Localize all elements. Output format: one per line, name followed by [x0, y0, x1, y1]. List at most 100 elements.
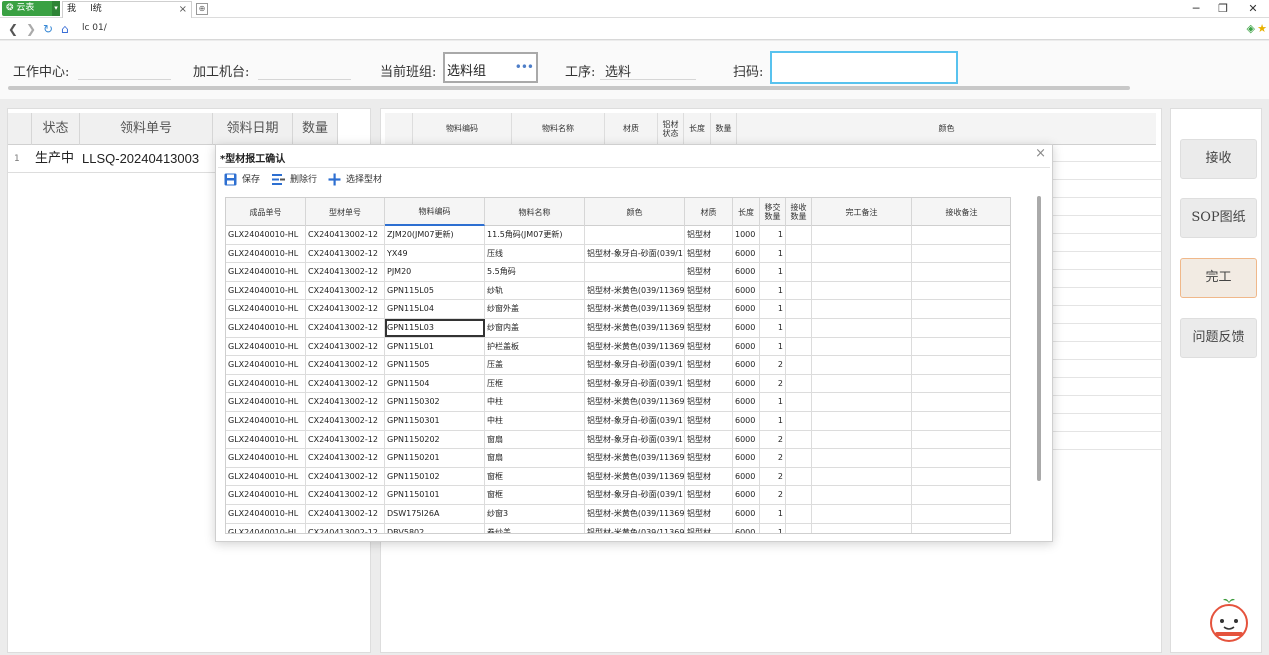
transfer-qty-cell[interactable]: 2 [760, 430, 786, 449]
col-header-material-name[interactable]: 物料名称 [512, 113, 605, 145]
receive-note-cell[interactable] [912, 300, 1010, 318]
table-row[interactable]: GLX24040010-HL CX240413002-12 DBV5802 卷纱… [226, 523, 1010, 533]
complete-note-cell[interactable] [812, 356, 912, 375]
material-code-cell[interactable]: GPN1150201 [385, 449, 485, 468]
product-no-cell[interactable]: GLX24040010-HL [226, 244, 306, 263]
material-code-cell[interactable]: ZJM20(JM07更新) [385, 226, 485, 244]
color-cell[interactable]: 铝型材-米黄色(039/11369) [585, 337, 685, 356]
receive-note-cell[interactable] [912, 449, 1010, 467]
product-no-cell[interactable]: GLX24040010-HL [226, 374, 306, 393]
receive-qty-cell[interactable] [786, 430, 812, 449]
profile-no-cell[interactable]: CX240413002-12 [306, 319, 385, 337]
forward-icon[interactable]: ❯ [26, 22, 36, 36]
length-cell[interactable]: 6000 [733, 281, 760, 300]
complete-note-cell[interactable] [812, 263, 912, 282]
length-cell[interactable]: 6000 [733, 505, 760, 523]
transfer-qty-cell[interactable]: 1 [760, 244, 786, 263]
more-icon[interactable]: ••• [515, 60, 534, 74]
table-row[interactable]: GLX24040010-HL CX240413002-12 GPN1150302… [226, 393, 1010, 412]
texture-cell[interactable]: 铝型材 [685, 356, 733, 375]
col-header-qty[interactable]: 数量 [293, 113, 338, 145]
length-cell[interactable]: 6000 [733, 319, 760, 337]
material-name-cell[interactable]: 纱窗内盖 [485, 319, 585, 337]
texture-cell[interactable]: 铝型材 [685, 244, 733, 263]
profile-no-cell[interactable]: CX240413002-12 [306, 337, 385, 356]
table-row[interactable]: GLX24040010-HL CX240413002-12 GPN1150202… [226, 430, 1010, 450]
material-code-cell[interactable]: DSW175I26A [385, 505, 485, 523]
receive-qty-cell[interactable] [786, 337, 812, 356]
texture-cell[interactable]: 铝型材 [685, 523, 733, 533]
texture-cell[interactable]: 铝型材 [685, 263, 733, 282]
material-code-cell[interactable]: GPN11505 [385, 356, 485, 375]
table-row[interactable]: GLX24040010-HL CX240413002-12 PJM20 5.5角… [226, 263, 1010, 282]
profile-no-cell[interactable]: CX240413002-12 [306, 244, 385, 263]
restore-button[interactable]: ❐ [1213, 2, 1233, 15]
product-no-cell[interactable]: GLX24040010-HL [226, 356, 306, 375]
product-no-cell[interactable]: GLX24040010-HL [226, 430, 306, 449]
col-header-material-name[interactable]: 物料名称 [485, 198, 585, 226]
profile-no-cell[interactable]: CX240413002-12 [306, 263, 385, 282]
color-cell[interactable]: 铝型材-米黄色(039/11369) [585, 300, 685, 319]
complete-note-cell[interactable] [812, 412, 912, 430]
receive-note-cell[interactable] [912, 319, 1010, 337]
length-cell[interactable]: 6000 [733, 356, 760, 375]
complete-note-cell[interactable] [812, 486, 912, 505]
receive-qty-cell[interactable] [786, 412, 812, 430]
product-no-cell[interactable]: GLX24040010-HL [226, 467, 306, 486]
transfer-qty-cell[interactable]: 2 [760, 374, 786, 393]
machine-field[interactable] [258, 79, 351, 80]
material-name-cell[interactable]: 11.5角码(JM07更新) [485, 226, 585, 244]
receive-qty-cell[interactable] [786, 505, 812, 523]
col-header-req-date[interactable]: 领料日期 [213, 113, 293, 145]
receive-qty-cell[interactable] [786, 393, 812, 412]
complete-note-cell[interactable] [812, 226, 912, 244]
material-code-cell[interactable]: GPN1150101 [385, 486, 485, 505]
table-row[interactable]: GLX24040010-HL CX240413002-12 DSW175I26A… [226, 505, 1010, 524]
col-header-receive-note[interactable]: 接收备注 [912, 198, 1010, 226]
receive-button[interactable]: 接收 [1180, 139, 1257, 179]
col-header-qty[interactable]: 数量 [711, 113, 737, 145]
product-no-cell[interactable]: GLX24040010-HL [226, 337, 306, 356]
transfer-qty-cell[interactable]: 1 [760, 281, 786, 300]
complete-note-cell[interactable] [812, 467, 912, 486]
product-no-cell[interactable]: GLX24040010-HL [226, 393, 306, 412]
scan-input[interactable] [770, 51, 958, 84]
receive-qty-cell[interactable] [786, 244, 812, 263]
col-header-profile-no[interactable]: 型材单号 [306, 198, 385, 226]
material-name-cell[interactable]: 纱轨 [485, 281, 585, 300]
complete-note-cell[interactable] [812, 430, 912, 449]
profile-no-cell[interactable]: CX240413002-12 [306, 486, 385, 505]
material-name-cell[interactable]: 压框 [485, 374, 585, 393]
complete-note-cell[interactable] [812, 281, 912, 300]
product-no-cell[interactable]: GLX24040010-HL [226, 319, 306, 337]
minimize-button[interactable]: ─ [1186, 2, 1206, 15]
length-cell[interactable]: 6000 [733, 244, 760, 263]
texture-cell[interactable]: 铝型材 [685, 337, 733, 356]
material-code-cell[interactable]: DBV5802 [385, 523, 485, 533]
material-name-cell[interactable]: 窗扇 [485, 430, 585, 449]
color-cell[interactable]: 铝型材-米黄色(039/11369) [585, 393, 685, 412]
profile-no-cell[interactable]: CX240413002-12 [306, 356, 385, 375]
length-cell[interactable]: 6000 [733, 449, 760, 468]
col-header-req-no[interactable]: 领料单号 [80, 113, 213, 145]
complete-note-cell[interactable] [812, 374, 912, 393]
texture-cell[interactable]: 铝型材 [685, 281, 733, 300]
table-row[interactable]: GLX24040010-HL CX240413002-12 GPN115L05 … [226, 281, 1010, 301]
material-code-cell[interactable]: GPN115L01 [385, 337, 485, 356]
table-row[interactable]: GLX24040010-HL CX240413002-12 GPN11505 压… [226, 356, 1010, 375]
texture-cell[interactable]: 铝型材 [685, 319, 733, 337]
material-code-cell-selected[interactable]: GPN115L03 [385, 319, 485, 337]
tab-close-icon[interactable]: × [179, 2, 187, 17]
transfer-qty-cell[interactable]: 2 [760, 467, 786, 486]
color-cell[interactable]: 铝型材-米黄色(039/11369) [585, 281, 685, 300]
profile-no-cell[interactable]: CX240413002-12 [306, 300, 385, 319]
work-center-field[interactable] [78, 79, 171, 80]
receive-note-cell[interactable] [912, 245, 1010, 263]
col-header-complete-note[interactable]: 完工备注 [812, 198, 912, 226]
process-field[interactable] [600, 79, 696, 80]
material-name-cell[interactable]: 5.5角码 [485, 263, 585, 282]
table-row[interactable]: GLX24040010-HL CX240413002-12 GPN1150301… [226, 412, 1010, 431]
table-row[interactable]: GLX24040010-HL CX240413002-12 GPN11504 压… [226, 374, 1010, 394]
profile-no-cell[interactable]: CX240413002-12 [306, 449, 385, 468]
texture-cell[interactable]: 铝型材 [685, 374, 733, 393]
